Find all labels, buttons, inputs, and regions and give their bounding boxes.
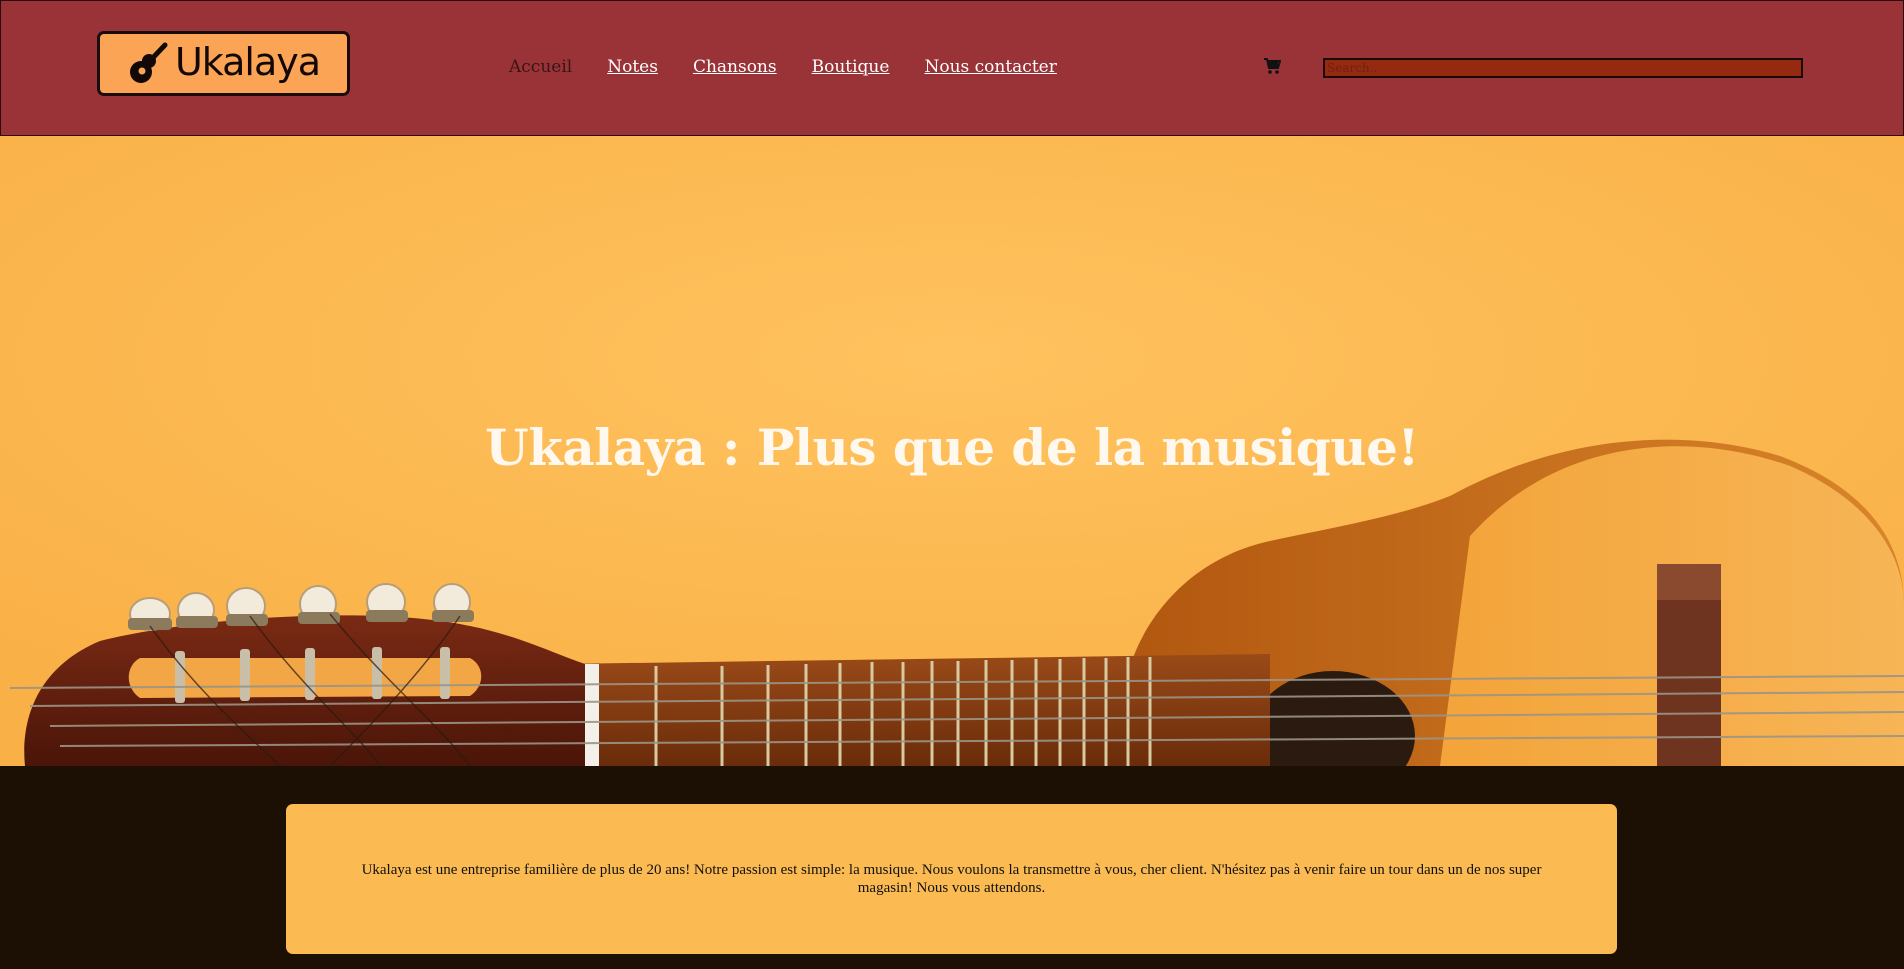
search-input[interactable]: [1323, 58, 1803, 78]
guitar-icon: [129, 42, 168, 83]
main-nav: Accueil Notes Chansons Boutique Nous con…: [509, 57, 1057, 77]
nav-boutique[interactable]: Boutique: [812, 57, 890, 77]
intro-text: Ukalaya est une entreprise familière de …: [361, 862, 1542, 896]
hero-title: Ukalaya : Plus que de la musique!: [485, 418, 1419, 477]
nav-chansons[interactable]: Chansons: [693, 57, 777, 77]
nav-nous-contacter[interactable]: Nous contacter: [924, 57, 1056, 77]
intro-card: Ukalaya est une entreprise familière de …: [286, 804, 1617, 954]
logo[interactable]: Ukalaya: [97, 31, 350, 96]
nav-notes[interactable]: Notes: [607, 57, 658, 77]
cart-icon[interactable]: [1263, 57, 1281, 75]
logo-text: Ukalaya: [174, 39, 321, 84]
nav-accueil[interactable]: Accueil: [509, 57, 572, 77]
hero-banner: Ukalaya : Plus que de la musique!: [0, 136, 1904, 766]
site-header: Ukalaya Accueil Notes Chansons Boutique …: [0, 0, 1904, 136]
